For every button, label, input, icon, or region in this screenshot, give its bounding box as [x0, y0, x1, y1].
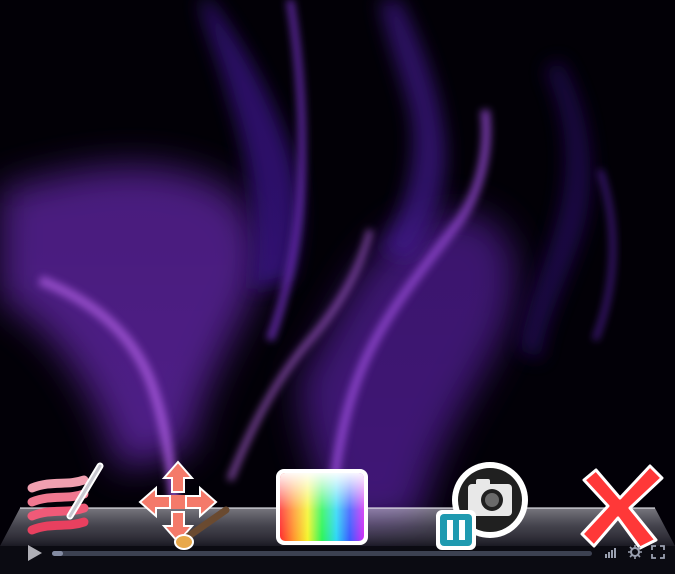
close-button[interactable] [576, 460, 666, 550]
video-player-bar [0, 540, 675, 574]
layers-brush-icon [27, 462, 104, 535]
video-progress-bar[interactable] [52, 551, 592, 556]
play-icon[interactable] [22, 541, 46, 565]
live-wallpaper-screen [0, 0, 675, 574]
settings-icon[interactable] [628, 545, 642, 559]
color-palette-icon [276, 469, 368, 545]
volume-icon[interactable] [604, 545, 618, 559]
close-x-icon [580, 464, 664, 550]
fullscreen-icon[interactable] [651, 545, 665, 559]
layers-tool-button[interactable] [22, 458, 118, 538]
color-palette-button[interactable] [274, 467, 370, 547]
video-progress-fill [52, 551, 63, 556]
